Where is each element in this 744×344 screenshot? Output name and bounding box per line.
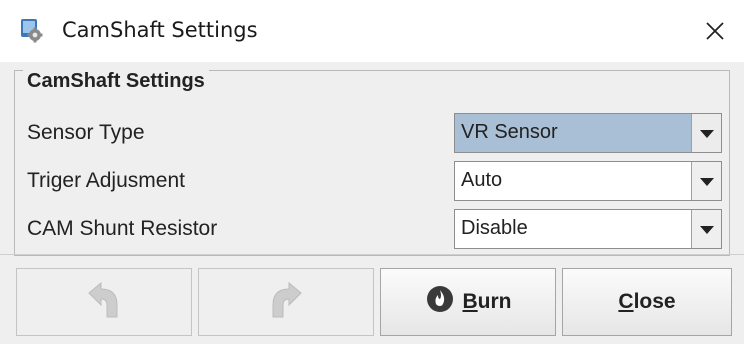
close-icon[interactable] [701, 17, 729, 45]
cam-shunt-resistor-label: CAM Shunt Resistor [27, 217, 218, 240]
sensor-type-value: VR Sensor [461, 121, 558, 143]
dropdown-arrow-button[interactable] [691, 114, 721, 152]
button-separator [0, 254, 744, 255]
redo-icon [263, 279, 309, 325]
redo-button[interactable] [198, 268, 374, 336]
chevron-down-icon [700, 226, 714, 234]
cam-shunt-resistor-value: Disable [461, 217, 528, 239]
cam-shunt-resistor-select[interactable]: Disable [454, 209, 722, 249]
gear-app-icon [18, 17, 44, 43]
undo-icon [81, 279, 127, 325]
undo-button[interactable] [16, 268, 192, 336]
close-button[interactable]: Close [562, 268, 732, 336]
burn-label: Burn [462, 290, 512, 313]
sensor-type-label: Sensor Type [27, 121, 145, 144]
window-title: CamShaft Settings [62, 18, 258, 42]
group-title: CamShaft Settings [23, 70, 209, 93]
dropdown-arrow-button[interactable] [691, 162, 721, 200]
sensor-type-select[interactable]: VR Sensor [454, 113, 722, 153]
chevron-down-icon [700, 178, 714, 186]
burn-flame-icon [425, 284, 455, 320]
title-bar: CamShaft Settings [0, 0, 744, 62]
camshaft-settings-window: CamShaft Settings CamShaft Settings Sens… [0, 0, 744, 344]
trigger-adjustment-value: Auto [461, 169, 503, 191]
trigger-adjustment-select[interactable]: Auto [454, 161, 722, 201]
burn-button[interactable]: Burn [380, 268, 556, 336]
close-label: Close [618, 290, 676, 313]
camshaft-settings-group: CamShaft Settings Sensor Type VR Sensor … [14, 70, 730, 256]
dialog-content: CamShaft Settings Sensor Type VR Sensor … [0, 62, 744, 344]
dropdown-arrow-button[interactable] [691, 210, 721, 248]
trigger-adjustment-label: Triger Adjusment [27, 169, 185, 192]
chevron-down-icon [700, 130, 714, 138]
